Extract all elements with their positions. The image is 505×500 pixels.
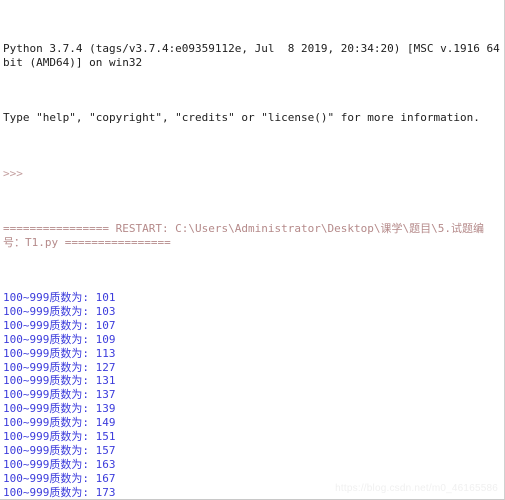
output-line: 100~999质数为: 149	[3, 416, 116, 430]
restart-separator-line: ================ RESTART: C:\Users\Admin…	[3, 221, 484, 249]
output-line: 100~999质数为: 113	[3, 346, 116, 360]
output-line: 100~999质数为: 139	[3, 402, 116, 416]
python-help-banner: Type "help", "copyright", "credits" or "…	[3, 111, 480, 125]
output-line: 100~999质数为: 127	[3, 360, 116, 374]
output-line: 100~999质数为: 163	[3, 458, 116, 472]
output-line: 100~999质数为: 137	[3, 388, 116, 402]
output-line: 100~999质数为: 103	[3, 304, 116, 318]
output-line: 100~999质数为: 109	[3, 332, 116, 346]
output-line: 100~999质数为: 101	[3, 290, 116, 304]
output-line: 100~999质数为: 131	[3, 374, 116, 388]
output-line: 100~999质数为: 151	[3, 430, 116, 444]
output-line: 100~999质数为: 107	[3, 318, 116, 332]
console-text-area[interactable]: Python 3.7.4 (tags/v3.7.4:e09359112e, Ju…	[0, 0, 504, 499]
csdn-watermark: https://blog.csdn.net/m0_46165586	[335, 483, 498, 494]
idle-shell-window[interactable]: Python 3.7.4 (tags/v3.7.4:e09359112e, Ju…	[0, 0, 505, 500]
python-version-banner: Python 3.7.4 (tags/v3.7.4:e09359112e, Ju…	[3, 42, 500, 70]
program-output-list: 100~999质数为: 101 100~999质数为: 103 100~999质数为…	[3, 290, 504, 499]
output-line: 100~999质数为: 157	[3, 444, 116, 458]
shell-prompt[interactable]: >>>	[3, 167, 504, 181]
